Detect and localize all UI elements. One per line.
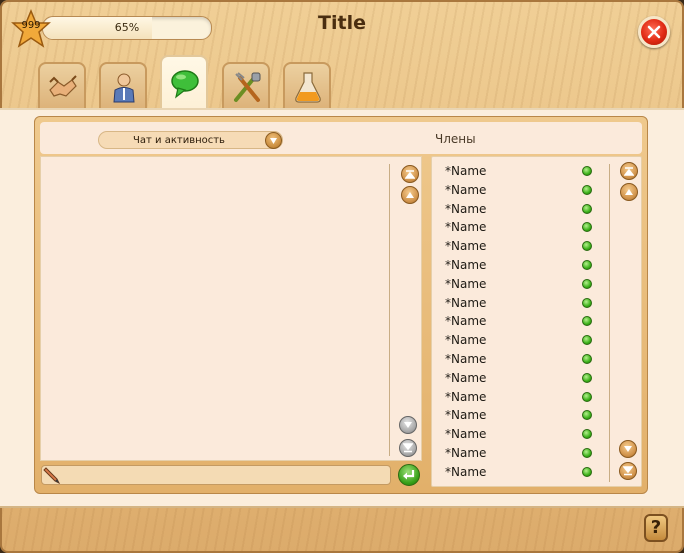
online-status-icon <box>582 203 592 214</box>
chat-bubble-icon <box>171 70 199 99</box>
member-name: *Name <box>445 295 487 310</box>
scroll-bottom-icon <box>623 466 633 476</box>
tab-chat[interactable] <box>160 55 208 110</box>
online-status-icon <box>582 447 592 458</box>
scroll-top-icon <box>405 170 415 179</box>
send-button[interactable] <box>398 464 420 486</box>
chat-scrollbar-track[interactable] <box>389 164 390 456</box>
online-status-icon <box>582 353 592 364</box>
online-status-icon <box>582 372 592 383</box>
online-status-icon <box>582 166 592 176</box>
scroll-up-icon <box>406 192 414 198</box>
help-icon: ? <box>650 517 662 538</box>
member-name: *Name <box>445 333 487 348</box>
member-row[interactable]: *Name <box>445 200 600 219</box>
member-name: *Name <box>445 351 487 366</box>
member-name: *Name <box>445 182 487 197</box>
scroll-down-icon <box>624 446 632 452</box>
member-name: *Name <box>445 220 487 235</box>
member-row[interactable]: *Name <box>445 463 600 482</box>
close-icon <box>647 25 661 39</box>
enter-arrow-icon <box>403 470 415 480</box>
member-row[interactable]: *Name <box>445 369 600 388</box>
person-icon <box>113 73 135 103</box>
member-row[interactable]: *Name <box>445 294 600 313</box>
member-name: *Name <box>445 164 487 178</box>
member-row[interactable]: *Name <box>445 218 600 237</box>
scroll-bottom-icon <box>403 443 413 453</box>
member-row[interactable]: *Name <box>445 406 600 425</box>
member-row[interactable]: *Name <box>445 444 600 463</box>
members-scroll-down-button[interactable] <box>619 440 637 458</box>
tools-icon <box>234 72 261 102</box>
online-status-icon <box>582 297 592 308</box>
member-name: *Name <box>445 389 487 404</box>
member-name: *Name <box>445 464 487 479</box>
chat-message-area[interactable] <box>40 156 422 461</box>
member-name: *Name <box>445 239 487 254</box>
chat-scroll-bottom-button[interactable] <box>399 439 417 457</box>
scroll-down-icon <box>404 422 412 428</box>
member-name: *Name <box>445 314 487 329</box>
members-heading: Члены <box>435 132 476 146</box>
member-name: *Name <box>445 427 487 442</box>
footer-bar <box>0 506 684 553</box>
member-row[interactable]: *Name <box>445 331 600 350</box>
member-name: *Name <box>445 257 487 272</box>
chat-message-input[interactable] <box>41 465 391 485</box>
members-list: *Name *Name *Name *Name *Name *Name *Name *Name… <box>445 162 600 482</box>
member-row[interactable]: *Name <box>445 312 600 331</box>
tab-tools[interactable] <box>222 62 270 108</box>
member-row[interactable]: *Name <box>445 275 600 294</box>
member-name: *Name <box>445 276 487 291</box>
chat-scroll-top-button[interactable] <box>401 165 419 183</box>
member-row[interactable]: *Name <box>445 237 600 256</box>
member-name: *Name <box>445 408 487 423</box>
chat-scroll-up-button[interactable] <box>401 186 419 204</box>
online-status-icon <box>582 410 592 421</box>
members-scroll-bottom-button[interactable] <box>619 462 637 480</box>
help-button[interactable]: ? <box>644 514 668 542</box>
online-status-icon <box>582 184 592 195</box>
chevron-down-icon <box>270 138 277 144</box>
online-status-icon <box>582 241 592 252</box>
online-status-icon <box>582 466 592 477</box>
pencil-icon <box>42 464 62 485</box>
handshake-icon <box>49 75 77 97</box>
page-title: Title <box>318 12 366 34</box>
online-status-icon <box>582 222 592 233</box>
member-row[interactable]: *Name <box>445 425 600 444</box>
chat-filter-dropdown[interactable]: Чат и активность <box>98 131 283 149</box>
members-scroll-top-button[interactable] <box>620 162 638 180</box>
chat-scroll-down-button[interactable] <box>399 416 417 434</box>
tab-handshake[interactable] <box>38 62 86 108</box>
member-row[interactable]: *Name <box>445 388 600 407</box>
scroll-up-icon <box>625 189 633 195</box>
member-row[interactable]: *Name <box>445 162 600 181</box>
tab-potion[interactable] <box>283 62 331 108</box>
online-status-icon <box>582 278 592 289</box>
online-status-icon <box>582 429 592 440</box>
online-status-icon <box>582 316 592 327</box>
chat-filter-selected: Чат и активность <box>133 135 225 146</box>
members-scrollbar-track[interactable] <box>609 164 610 482</box>
dropdown-arrow-button[interactable] <box>265 132 282 149</box>
member-row[interactable]: *Name <box>445 350 600 369</box>
online-status-icon <box>582 259 592 270</box>
member-name: *Name <box>445 445 487 460</box>
online-status-icon <box>582 391 592 402</box>
scroll-top-icon <box>624 167 634 176</box>
member-row[interactable]: *Name <box>445 256 600 275</box>
member-name: *Name <box>445 201 487 216</box>
member-name: *Name <box>445 370 487 385</box>
close-button[interactable] <box>638 16 670 48</box>
members-scroll-up-button[interactable] <box>620 183 638 201</box>
member-row[interactable]: *Name <box>445 181 600 200</box>
tab-profile[interactable] <box>99 62 147 108</box>
online-status-icon <box>582 335 592 346</box>
potion-icon <box>295 72 321 103</box>
